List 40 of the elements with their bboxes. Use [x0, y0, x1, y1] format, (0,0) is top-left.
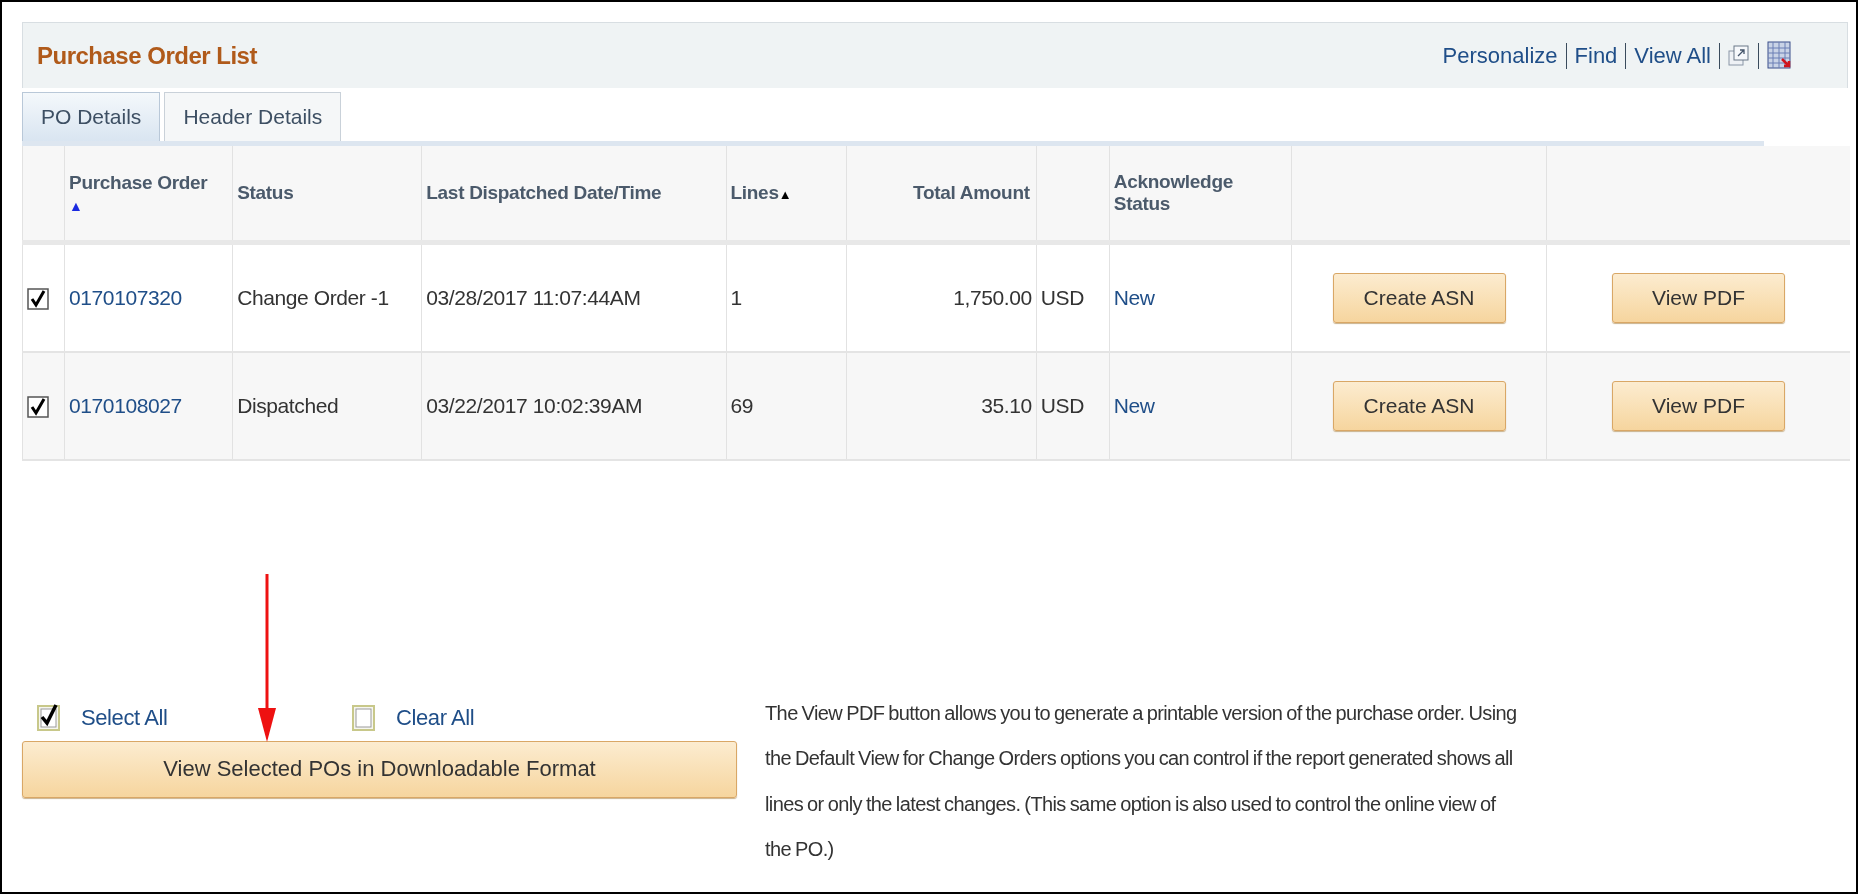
dispatch-date-text: 03/22/2017 10:02:39AM	[426, 393, 643, 417]
checkbox-icon[interactable]	[352, 702, 376, 731]
dispatch-date-text: 03/28/2017 11:07:44AM	[426, 285, 641, 309]
toolbar-link[interactable]: Find	[1574, 42, 1618, 69]
create-asn-button[interactable]: Create ASN	[1332, 272, 1506, 323]
help-paragraph: The View PDF button allows you to generate a printable version of the purchase order. Using the Default View for Change Orders options you can control if the report generated shows all lines or only the latest changes. (This same option is also used to control the online view of the PO.)	[765, 700, 1518, 862]
select-link[interactable]: Clear All	[396, 704, 475, 731]
lines-count: 1	[730, 285, 742, 309]
total-amount: 1,750.00	[953, 285, 1032, 309]
view-pdf-button[interactable]: View PDF	[1612, 380, 1786, 431]
column-header[interactable]: Lines▲	[730, 181, 792, 204]
toolbar-link[interactable]: View All	[1634, 42, 1711, 69]
acknowledge-status-link[interactable]: New	[1113, 285, 1155, 309]
create-asn-button[interactable]: Create ASN	[1332, 380, 1506, 431]
new-window-icon[interactable]	[1728, 43, 1750, 68]
view-pdf-button[interactable]: View PDF	[1612, 272, 1786, 323]
spreadsheet-download-icon[interactable]	[1767, 40, 1793, 71]
checkbox[interactable]	[27, 287, 49, 310]
lines-count: 69	[730, 393, 754, 417]
checkbox[interactable]	[27, 395, 49, 418]
tab[interactable]: PO Details	[22, 92, 161, 141]
tab[interactable]: Header Details	[164, 92, 342, 141]
status-text: Change Order -1	[237, 285, 389, 309]
column-header[interactable]: Status	[237, 181, 294, 204]
column-header[interactable]: Purchase Order	[69, 171, 208, 194]
toolbar-link[interactable]: Personalize	[1442, 42, 1558, 69]
column-header[interactable]: Last Dispatched Date/Time	[426, 181, 662, 204]
select-link[interactable]: Select All	[81, 704, 168, 731]
column-header[interactable]: Total Amount	[913, 181, 1030, 204]
po-number-link[interactable]: 0170107320	[69, 285, 182, 309]
po-number-link[interactable]: 0170108027	[69, 393, 182, 417]
grid-title: Purchase Order List	[37, 41, 257, 70]
checkbox-icon[interactable]	[37, 702, 61, 731]
sort-ascending-icon[interactable]: ▲	[69, 197, 86, 214]
status-text: Dispatched	[237, 393, 339, 417]
download-button[interactable]: View Selected POs in Downloadable Format	[22, 740, 737, 798]
total-amount: 35.10	[981, 393, 1032, 417]
currency-text: USD	[1040, 285, 1084, 309]
currency-text: USD	[1040, 393, 1084, 417]
acknowledge-status-link[interactable]: New	[1113, 393, 1155, 417]
